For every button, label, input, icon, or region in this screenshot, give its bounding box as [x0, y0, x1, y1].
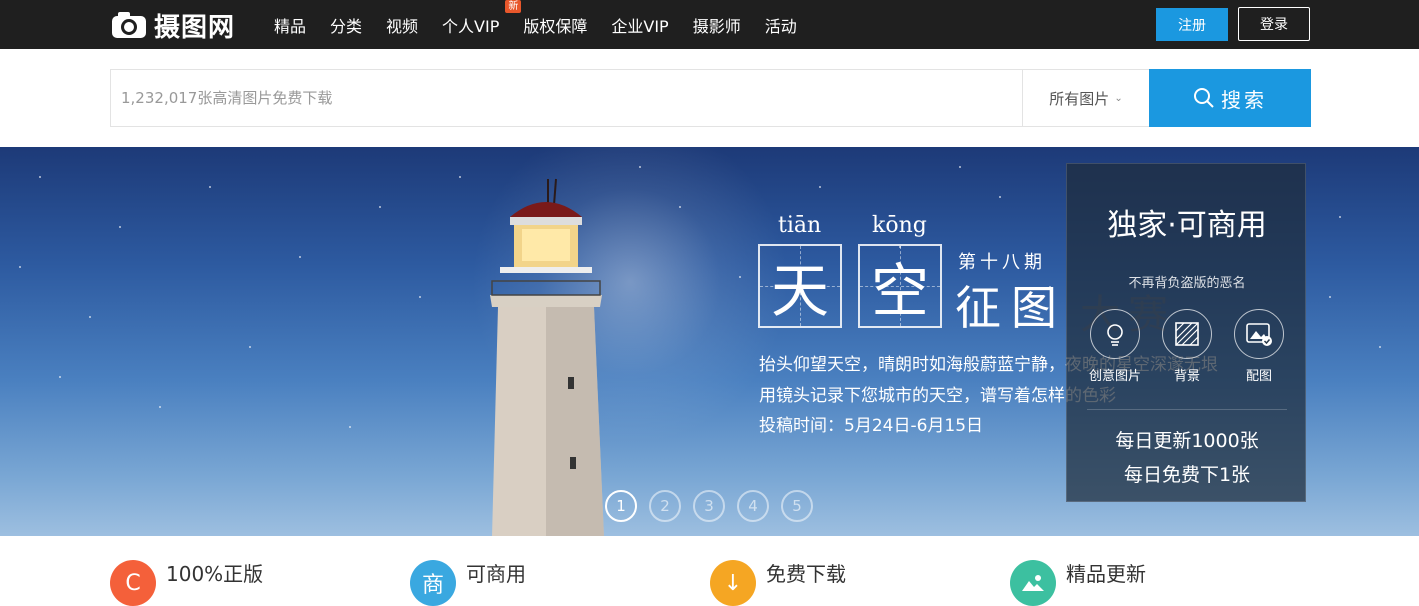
feature-commercial-title: 可商用 [466, 562, 526, 586]
logo-text: 摄图网 [154, 12, 236, 43]
char-box-tian: 天 [758, 244, 842, 328]
feature-free-download: ↓ 免费下载 [710, 560, 846, 606]
contest-title: 征图 [955, 281, 1067, 335]
search-input[interactable] [111, 70, 1021, 126]
feature-genuine-title: 100%正版 [166, 562, 264, 586]
feature-row: C 100%正版 商 可商用 ↓ 免费下载 精品更新 [0, 536, 1419, 606]
new-badge: 新 [505, 0, 522, 13]
texture-icon [1162, 309, 1212, 359]
banner-submission-date: 投稿时间：5月24日-6月15日 [759, 416, 984, 436]
carousel-dot[interactable]: 3 [693, 490, 725, 522]
logo[interactable]: 摄图网 [110, 8, 236, 43]
search-button[interactable]: 搜索 [1149, 69, 1311, 127]
nav-item-personal-vip-label: 个人VIP [442, 16, 500, 36]
feature-commercial: 商 可商用 [410, 560, 526, 606]
panel-subtitle: 不再背负盗版的恶名 [1128, 276, 1246, 291]
char-box-kong: 空 [858, 244, 942, 328]
carousel-dot[interactable]: 1 [605, 490, 637, 522]
char-tian: 天 [770, 257, 829, 325]
char-kong: 空 [870, 257, 929, 325]
image-update-icon [1010, 560, 1056, 606]
search-button-label: 搜索 [1221, 87, 1267, 112]
nav-item-featured[interactable]: 精品 [274, 13, 306, 37]
daily-update-text: 每日更新1000张 [1115, 430, 1259, 452]
nav-item-events[interactable]: 活动 [765, 13, 797, 37]
lightbulb-icon [1090, 309, 1140, 359]
search-category-label: 所有图片 [1049, 89, 1110, 108]
chevron-down-icon: ⌄ [1114, 92, 1123, 104]
creative-images-link[interactable]: 创意图片 [1087, 309, 1143, 384]
top-navbar: 摄图网 精品 分类 视频 个人VIP 新 版权保障 企业VIP 摄影师 活动 注册… [0, 0, 1419, 49]
download-icon: ↓ [710, 560, 756, 606]
illustrations-label: 配图 [1245, 369, 1272, 384]
panel-title: 独家·可商用 [1107, 208, 1267, 243]
feature-genuine: C 100%正版 [110, 560, 263, 606]
nav-item-video[interactable]: 视频 [386, 13, 418, 37]
backgrounds-label: 背景 [1173, 369, 1200, 384]
feature-free-download-title: 免费下载 [766, 562, 846, 586]
nav-item-enterprise-vip[interactable]: 企业VIP [611, 13, 668, 37]
banner-desc-line-2: 用镜头记录下您城市的天空，谱写着怎样的色彩 [759, 386, 1116, 406]
nav-item-photographer[interactable]: 摄影师 [693, 13, 741, 37]
search-bar: 所有图片 ⌄ 搜索 [110, 69, 1311, 127]
backgrounds-link[interactable]: 背景 [1159, 309, 1215, 384]
search-icon [1194, 88, 1214, 108]
creative-images-label: 创意图片 [1088, 369, 1141, 384]
exclusive-panel: 独家·可商用 不再背负盗版的恶名 创意图片 背景 配图 每日更新1000张 每日… [1066, 163, 1306, 502]
illustrations-link[interactable]: 配图 [1231, 309, 1287, 384]
issue-number: 第十八期 [958, 252, 1046, 273]
carousel-dot[interactable]: 4 [737, 490, 769, 522]
daily-free-download-text: 每日免费下1张 [1123, 464, 1251, 486]
carousel-pagination: 1 2 3 4 5 [605, 490, 825, 522]
nav-item-categories[interactable]: 分类 [330, 13, 362, 37]
commercial-icon: 商 [410, 560, 456, 606]
carousel-dot[interactable]: 5 [781, 490, 813, 522]
picture-check-icon [1234, 309, 1284, 359]
search-category-select[interactable]: 所有图片 ⌄ [1022, 70, 1149, 126]
panel-divider [1087, 409, 1287, 410]
nav-item-personal-vip[interactable]: 个人VIP 新 [442, 0, 522, 37]
nav-item-copyright[interactable]: 版权保障 [523, 13, 587, 37]
lighthouse-image [490, 178, 604, 536]
register-button[interactable]: 注册 [1156, 8, 1228, 41]
carousel-dot[interactable]: 2 [649, 490, 681, 522]
login-button[interactable]: 登录 [1238, 7, 1310, 41]
copyright-icon: C [110, 560, 156, 606]
feature-premium-update: 精品更新 [1010, 560, 1146, 606]
pinyin-kong: kōng [872, 213, 927, 238]
feature-premium-update-title: 精品更新 [1066, 562, 1146, 586]
pinyin-tian: tiān [778, 213, 822, 238]
panel-icon-row: 创意图片 背景 配图 [1087, 309, 1287, 384]
main-nav: 精品 分类 视频 个人VIP 新 版权保障 企业VIP 摄影师 活动 [274, 0, 821, 49]
camera-logo-icon [112, 12, 146, 38]
